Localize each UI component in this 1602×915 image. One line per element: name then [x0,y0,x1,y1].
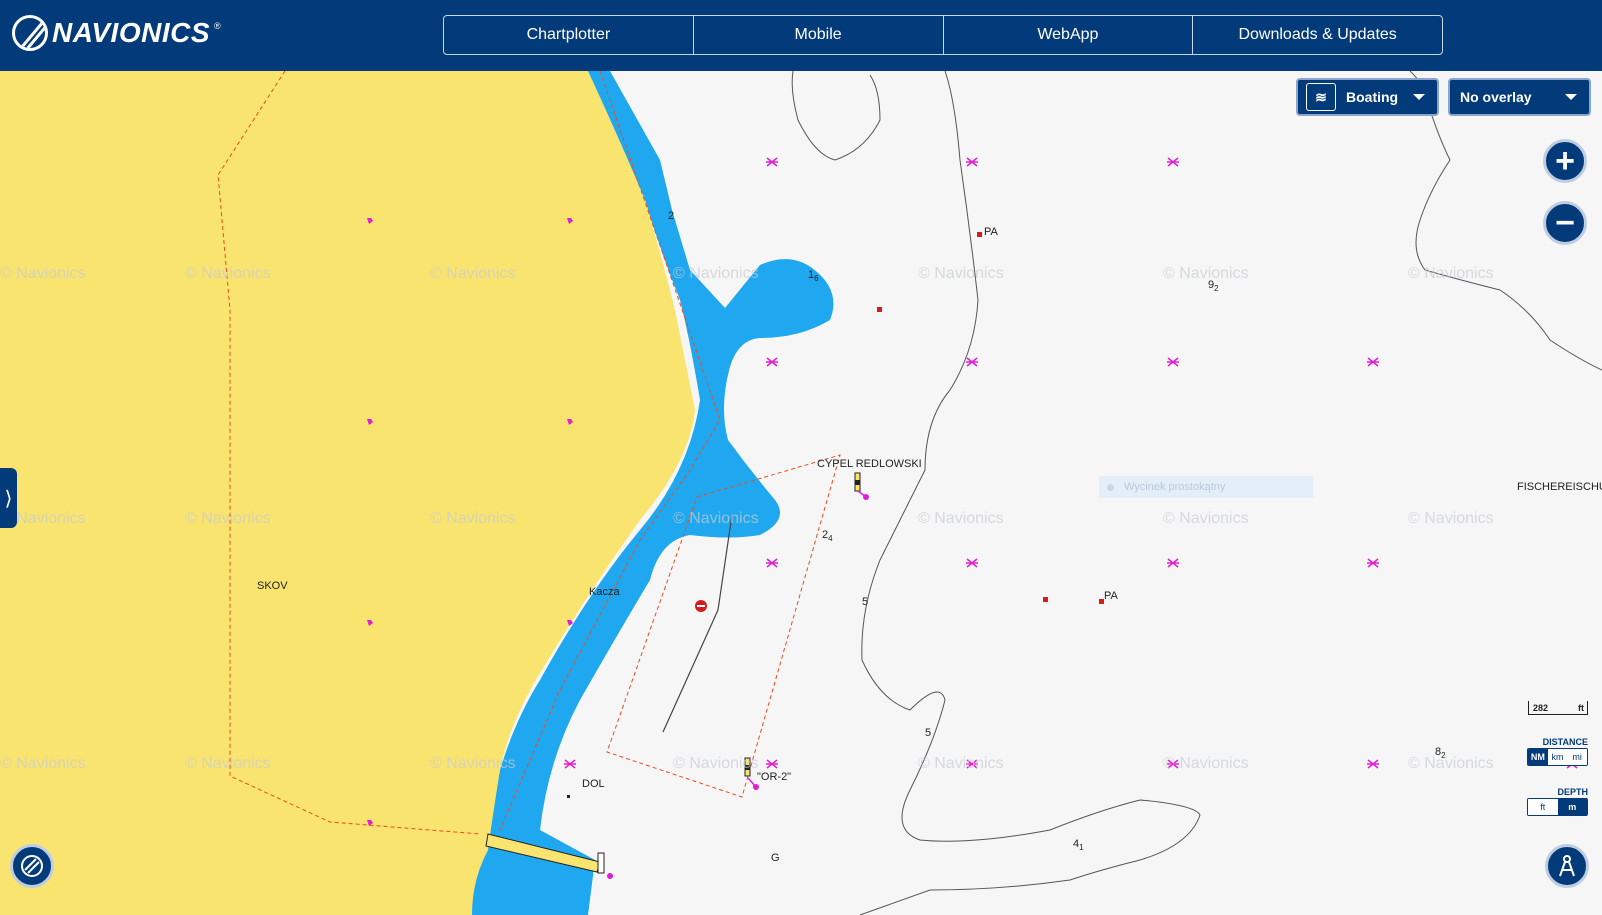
svg-text:© Navionics: © Navionics [918,265,1004,282]
selection-tooltip: Wycinek prostokątny [1099,476,1313,498]
layers-icon [21,855,43,877]
chevron-down-icon [1565,94,1577,100]
svg-text:© Navionics: © Navionics [0,265,86,282]
svg-text:© Navionics: © Navionics [430,265,516,282]
chart-canvas: © Navionics © Navionics © Navionics © Na… [0,71,1602,915]
svg-text:© Navionics: © Navionics [185,265,271,282]
svg-text:© Navionics: © Navionics [1163,510,1249,527]
scale-unit: ft [1578,703,1584,713]
label-dol: DOL [582,778,605,790]
label-fischereischut: FISCHEREISCHUT [1517,481,1602,493]
svg-text:© Navionics: © Navionics [430,755,516,772]
scale-value: 282 [1533,703,1549,713]
distance-km-option[interactable]: km [1547,749,1568,765]
svg-text:© Navionics: © Navionics [0,755,86,772]
pier-beacon-icon[interactable] [607,873,613,879]
distance-unit-toggle: NM km mi [1527,748,1588,766]
label-skov: SKOV [257,580,288,592]
nav-chartplotter[interactable]: Chartplotter [444,16,694,54]
brand-name: NAVIONICS [52,17,210,48]
nautical-chart-map[interactable]: © Navionics © Navionics © Navionics © Na… [0,71,1602,915]
svg-text:© Navionics: © Navionics [918,755,1004,772]
no-entry-icon[interactable] [695,600,707,612]
nav-downloads-updates[interactable]: Downloads & Updates [1193,16,1442,54]
depth-m-option[interactable]: m [1557,799,1587,815]
svg-text:5: 5 [862,596,868,608]
zoom-in-button[interactable]: + [1543,139,1587,183]
compass-button[interactable] [1545,844,1589,888]
label-kacza: Kacza [589,586,620,598]
depth-ft-option[interactable]: ft [1528,799,1558,815]
svg-text:© Navionics: © Navionics [1163,755,1249,772]
mode-dropdown[interactable]: ≋ Boating [1296,78,1439,116]
registered-mark: ® [214,21,221,31]
distance-label: DISTANCE [1542,737,1588,747]
overlay-dropdown[interactable]: No overlay [1448,78,1591,116]
logo-mark-icon [12,15,48,51]
boating-logo-icon: ≋ [1306,83,1336,111]
compass-icon [1559,855,1575,877]
pier-light-icon [597,852,605,874]
svg-text:© Navionics: © Navionics [1163,265,1249,282]
svg-text:© Navionics: © Navionics [673,265,759,282]
tooltip-text: Wycinek prostokątny [1124,481,1226,493]
svg-text:© Navionics: © Navionics [673,510,759,527]
depth-label: DEPTH [1557,787,1588,797]
svg-text:© Navionics: © Navionics [1408,265,1494,282]
scale-bar: 282 ft [1528,701,1588,715]
layers-button[interactable] [10,844,54,888]
zoom-out-button[interactable]: − [1543,201,1587,245]
nav-webapp[interactable]: WebApp [944,16,1194,54]
svg-text:2: 2 [668,210,674,222]
chevron-down-icon [1413,94,1425,100]
tooltip-dot-icon [1107,483,1114,491]
svg-text:© Navionics: © Navionics [918,510,1004,527]
svg-text:© Navionics: © Navionics [185,755,271,772]
main-nav: Chartplotter Mobile WebApp Downloads & U… [443,15,1443,55]
top-header: NAVIONICS ® Chartplotter Mobile WebApp D… [0,0,1602,71]
distance-nm-option[interactable]: NM [1528,749,1548,765]
svg-text:© Navionics: © Navionics [1408,755,1494,772]
navionics-app: NAVIONICS ® Chartplotter Mobile WebApp D… [0,0,1602,915]
overlay-dropdown-label: No overlay [1460,89,1532,105]
mode-dropdown-label: Boating [1346,89,1399,105]
label-cypel-redlowski: CYPEL REDLOWSKI [817,458,922,470]
depth-unit-toggle: ft m [1527,798,1588,816]
dol-point [567,795,570,798]
svg-text:© Navionics: © Navionics [185,510,271,527]
label-or2: "OR-2" [757,771,791,783]
label-g: G [771,852,780,864]
svg-text:© Navionics: © Navionics [1408,510,1494,527]
svg-text:© Navionics: © Navionics [430,510,516,527]
side-panel-toggle[interactable]: ⟩ [0,468,17,528]
distance-mi-option[interactable]: mi [1567,749,1587,765]
navionics-logo[interactable]: NAVIONICS ® [12,15,221,51]
label-pa: PA [984,226,999,238]
label-pa: PA [1104,590,1119,602]
svg-text:© Navionics: © Navionics [673,755,759,772]
svg-text:5: 5 [925,727,931,739]
nav-mobile[interactable]: Mobile [694,16,944,54]
